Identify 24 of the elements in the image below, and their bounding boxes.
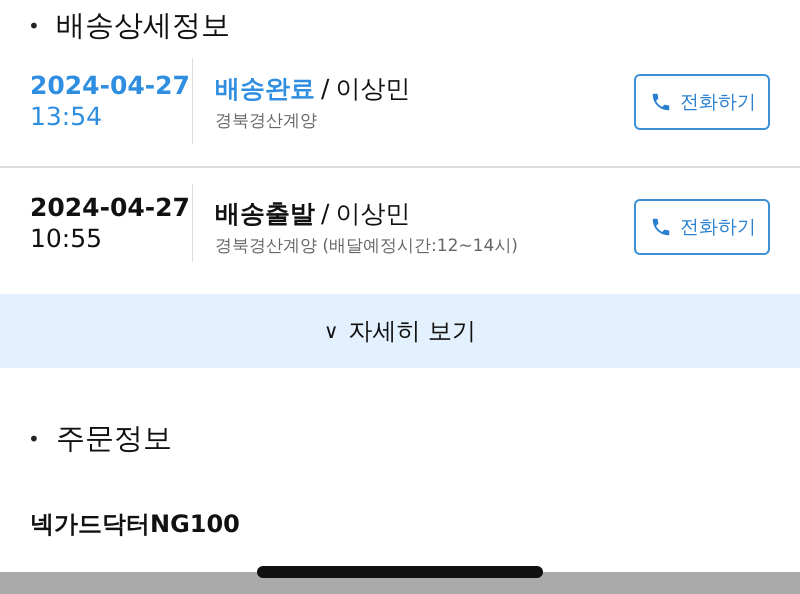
phone-icon bbox=[650, 91, 672, 113]
section-title: 배송상세정보 bbox=[56, 7, 230, 44]
delivery-location: 경북경산계양 (배달예정시간:12~14시) bbox=[215, 235, 519, 257]
delivery-time: 13:54 bbox=[30, 102, 104, 132]
bullet: • bbox=[28, 427, 40, 451]
call-button[interactable]: 전화하기 bbox=[634, 199, 770, 255]
courier-name: 이상민 bbox=[335, 73, 410, 105]
separator: / bbox=[321, 199, 330, 228]
delivery-date: 2024-04-27 bbox=[30, 70, 191, 102]
product-name: 넥가드닥터NG100 bbox=[29, 509, 240, 540]
more-details-button[interactable]: ∨ 자세히 보기 bbox=[0, 294, 800, 368]
more-details-label: 자세히 보기 bbox=[348, 316, 476, 347]
chevron-down-icon: ∨ bbox=[324, 319, 338, 343]
call-button[interactable]: 전화하기 bbox=[634, 74, 770, 130]
delivery-time: 10:55 bbox=[30, 224, 104, 254]
delivery-date: 2024-04-27 bbox=[30, 192, 191, 224]
bullet: • bbox=[28, 14, 40, 38]
delivery-status: 배송완료 bbox=[215, 73, 315, 105]
delivery-location: 경북경산계양 bbox=[215, 110, 318, 132]
delivery-status: 배송출발 bbox=[215, 198, 315, 230]
courier-name: 이상민 bbox=[335, 198, 410, 230]
phone-icon bbox=[650, 216, 672, 238]
section-title: 주문정보 bbox=[56, 420, 172, 457]
separator: / bbox=[321, 74, 330, 103]
